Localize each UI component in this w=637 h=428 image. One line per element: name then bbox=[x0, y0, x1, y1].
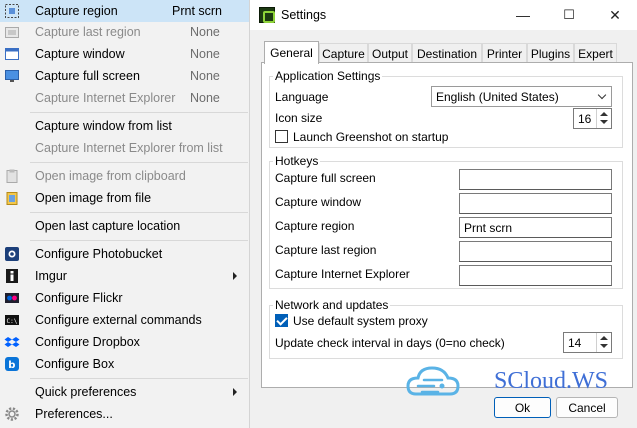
menu-item-configure-flickr[interactable]: Configure Flickr bbox=[0, 287, 249, 309]
close-button[interactable]: ✕ bbox=[592, 0, 637, 30]
menu-item-quick-preferences[interactable]: Quick preferences bbox=[0, 381, 249, 403]
menu-item-capture-ie-from-list[interactable]: Capture Internet Explorer from list bbox=[0, 137, 249, 159]
tab-expert[interactable]: Expert bbox=[574, 43, 617, 63]
menu-item-capture-full-screen[interactable]: Capture full screen None bbox=[0, 65, 249, 87]
greenshot-app-icon bbox=[259, 7, 275, 23]
maximize-button[interactable]: ☐ bbox=[546, 0, 592, 30]
menu-separator bbox=[30, 162, 248, 163]
svg-text:b: b bbox=[8, 360, 15, 371]
menu-item-capture-internet-explorer[interactable]: Capture Internet Explorer None bbox=[0, 87, 249, 109]
general-tab-panel: Application Settings Language English (U… bbox=[261, 62, 633, 388]
menu-item-capture-last-region[interactable]: Capture last region None bbox=[0, 21, 249, 43]
launch-on-startup-label: Launch Greenshot on startup bbox=[293, 130, 449, 144]
hotkey-input-internet-explorer[interactable] bbox=[459, 265, 612, 286]
submenu-arrow-icon bbox=[233, 272, 237, 280]
title-bar[interactable]: Settings — ☐ ✕ bbox=[250, 0, 637, 30]
hotkey-input-window[interactable] bbox=[459, 193, 612, 214]
capture-last-region-icon bbox=[4, 24, 20, 40]
box-icon: b bbox=[4, 356, 20, 372]
menu-item-capture-window-from-list[interactable]: Capture window from list bbox=[0, 115, 249, 137]
spin-down-icon[interactable] bbox=[600, 344, 608, 348]
folder-icon bbox=[4, 190, 20, 206]
capture-fullscreen-icon bbox=[4, 68, 20, 84]
imgur-icon bbox=[4, 268, 20, 284]
svg-text:C:\: C:\ bbox=[7, 318, 18, 325]
tab-plugins[interactable]: Plugins bbox=[527, 43, 574, 63]
network-title: Network and updates bbox=[273, 298, 391, 312]
menu-item-open-from-clipboard[interactable]: Open image from clipboard bbox=[0, 165, 249, 187]
tab-output[interactable]: Output bbox=[368, 43, 412, 63]
window-title: Settings bbox=[281, 8, 327, 22]
menu-item-capture-window[interactable]: Capture window None bbox=[0, 43, 249, 65]
menu-separator bbox=[30, 112, 248, 113]
dropbox-icon bbox=[4, 334, 20, 350]
menu-item-configure-photobucket[interactable]: Configure Photobucket bbox=[0, 243, 249, 265]
hotkey-label-region: Capture region bbox=[275, 219, 355, 233]
update-interval-value: 14 bbox=[568, 336, 582, 350]
chevron-down-icon bbox=[597, 90, 607, 100]
terminal-icon: C:\ bbox=[4, 312, 20, 328]
spin-down-icon[interactable] bbox=[600, 120, 608, 124]
launch-on-startup-checkbox[interactable] bbox=[275, 130, 288, 143]
menu-item-imgur[interactable]: Imgur bbox=[0, 265, 249, 287]
menu-item-preferences[interactable]: Preferences... bbox=[0, 403, 249, 425]
application-settings-title: Application Settings bbox=[273, 69, 383, 83]
menu-item-open-from-file[interactable]: Open image from file bbox=[0, 187, 249, 209]
menu-item-open-last-capture-location[interactable]: Open last capture location bbox=[0, 215, 249, 237]
menu-item-capture-region[interactable]: Capture region Prnt scrn bbox=[0, 0, 249, 22]
gear-icon bbox=[4, 406, 20, 422]
menu-separator bbox=[30, 212, 248, 213]
tab-printer[interactable]: Printer bbox=[482, 43, 527, 63]
hotkey-label-internet-explorer: Capture Internet Explorer bbox=[275, 267, 410, 281]
hotkey-input-last-region[interactable] bbox=[459, 241, 612, 262]
icon-size-label: Icon size bbox=[275, 111, 323, 125]
menu-separator bbox=[30, 240, 248, 241]
spin-buttons[interactable] bbox=[596, 333, 611, 352]
photobucket-icon bbox=[4, 246, 20, 262]
hotkey-label-last-region: Capture last region bbox=[275, 243, 377, 257]
clipboard-icon bbox=[4, 168, 20, 184]
menu-item-configure-box[interactable]: b Configure Box bbox=[0, 353, 249, 375]
update-interval-stepper[interactable]: 14 bbox=[563, 332, 612, 353]
hotkeys-title: Hotkeys bbox=[273, 154, 321, 168]
tab-destination[interactable]: Destination bbox=[412, 43, 482, 63]
hotkey-label-window: Capture window bbox=[275, 195, 362, 209]
minimize-button[interactable]: — bbox=[500, 0, 546, 30]
menu-item-configure-external-commands[interactable]: C:\ Configure external commands bbox=[0, 309, 249, 331]
spin-buttons[interactable] bbox=[596, 109, 611, 128]
default-proxy-checkbox[interactable] bbox=[275, 314, 288, 327]
default-proxy-label: Use default system proxy bbox=[293, 314, 428, 328]
capture-ie-icon bbox=[4, 90, 20, 106]
menu-separator bbox=[30, 378, 248, 379]
submenu-arrow-icon bbox=[233, 388, 237, 396]
menu-item-configure-dropbox[interactable]: Configure Dropbox bbox=[0, 331, 249, 353]
language-label: Language bbox=[275, 90, 329, 104]
capture-window-icon bbox=[4, 46, 20, 62]
tab-general[interactable]: General bbox=[264, 41, 319, 64]
spin-up-icon[interactable] bbox=[600, 336, 608, 340]
hotkey-input-full-screen[interactable] bbox=[459, 169, 612, 190]
language-value: English (United States) bbox=[436, 90, 559, 104]
tab-capture[interactable]: Capture bbox=[319, 43, 368, 63]
watermark-text: SCloud.WS bbox=[494, 368, 609, 394]
icon-size-stepper[interactable]: 16 bbox=[573, 108, 612, 129]
hotkey-input-region[interactable]: Prnt scrn bbox=[459, 217, 612, 238]
spin-up-icon[interactable] bbox=[600, 112, 608, 116]
language-dropdown[interactable]: English (United States) bbox=[431, 86, 612, 107]
icon-size-value: 16 bbox=[578, 112, 592, 126]
update-interval-label: Update check interval in days (0=no chec… bbox=[275, 336, 505, 350]
flickr-icon bbox=[4, 290, 20, 306]
capture-region-icon bbox=[4, 3, 20, 19]
context-menu: Capture region Prnt scrn Capture last re… bbox=[0, 0, 249, 428]
hotkey-label-full-screen: Capture full screen bbox=[275, 171, 376, 185]
